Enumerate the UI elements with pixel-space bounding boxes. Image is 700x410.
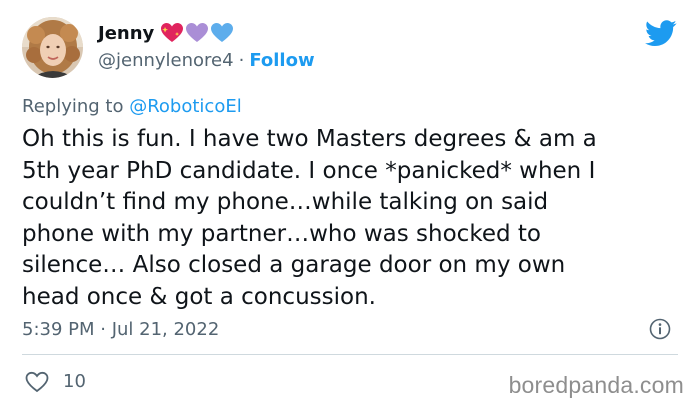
heart-outline-icon	[25, 371, 49, 393]
info-icon[interactable]	[649, 318, 671, 344]
tweet-timestamp[interactable]: 5:39 PM · Jul 21, 2022	[22, 319, 219, 340]
twitter-logo-icon[interactable]	[645, 20, 677, 51]
handle-row: @jennylenore4 · Follow	[98, 50, 315, 71]
reply-context: Replying to @RoboticoEl	[22, 96, 242, 117]
name-emojis	[160, 22, 234, 44]
tweet-line: Oh this is fun. I have two Masters degre…	[22, 126, 597, 152]
tweet-line: 5th year PhD candidate. I once *panicked…	[22, 157, 596, 184]
blue-heart-icon	[211, 23, 234, 42]
watermark: boredpanda.com	[508, 372, 684, 398]
purple-heart-icon	[186, 23, 209, 42]
follow-button[interactable]: Follow	[249, 50, 314, 71]
tweet-line: couldn’t find my phone…while talking on …	[22, 189, 549, 215]
avatar-image	[22, 17, 83, 78]
reply-prefix: Replying to	[22, 96, 124, 117]
sparkling-heart-icon	[161, 23, 184, 42]
handle[interactable]: @jennylenore4	[98, 50, 234, 71]
like-button[interactable]	[25, 371, 49, 397]
tweet-line: silence… Also closed a garage door on my…	[22, 252, 566, 278]
author-name-row: Jenny	[98, 22, 234, 44]
divider	[22, 354, 678, 355]
reply-mention-link[interactable]: @RoboticoEl	[129, 96, 242, 117]
display-name[interactable]: Jenny	[98, 23, 154, 44]
tweet-line: phone with my partner…who was shocked to	[22, 220, 541, 247]
tweet-text: Oh this is fun. I have two Masters degre…	[22, 124, 692, 313]
separator-dot: ·	[238, 50, 245, 71]
tweet-line: head once & got a concussion.	[22, 283, 376, 310]
like-count: 10	[63, 371, 86, 392]
avatar[interactable]	[22, 17, 83, 78]
